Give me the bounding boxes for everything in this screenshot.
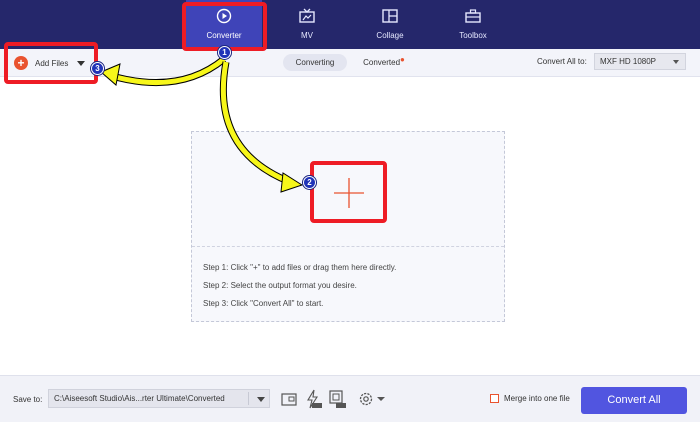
chevron-down-icon[interactable]: [257, 397, 265, 402]
step-3-text: Step 3: Click "Convert All" to start.: [203, 299, 324, 308]
tab-converted-label: Converted: [363, 58, 401, 67]
settings-button[interactable]: [356, 389, 390, 409]
toolbox-icon: [465, 9, 481, 23]
step-1-text: Step 1: Click "+" to add files or drag t…: [203, 263, 397, 272]
tv-icon: [299, 8, 315, 23]
highlight-box-add-files: [4, 42, 98, 84]
tab-collage-label: Collage: [376, 31, 404, 40]
tab-collage[interactable]: Collage: [352, 0, 428, 49]
tab-mv[interactable]: MV: [269, 0, 345, 49]
lightning-off-icon: [307, 389, 322, 409]
open-folder-button[interactable]: [280, 389, 298, 409]
path-divider: [248, 392, 249, 405]
save-path-select[interactable]: C:\Aiseesoft Studio\Ais...rter Ultimate\…: [48, 389, 270, 408]
save-to-label: Save to:: [13, 395, 43, 404]
file-drop-zone[interactable]: Step 1: Click "+" to add files or drag t…: [191, 131, 505, 322]
save-path-value: C:\Aiseesoft Studio\Ais...rter Ultimate\…: [54, 394, 225, 403]
merge-checkbox[interactable]: [490, 394, 499, 403]
tab-converting[interactable]: Converting: [283, 54, 347, 71]
cpu-off-icon: [329, 390, 346, 408]
merge-option[interactable]: Merge into one file: [490, 394, 570, 403]
convert-all-button[interactable]: Convert All: [581, 387, 687, 414]
top-navigation: Converter MV Collage Toolbox: [0, 0, 700, 49]
folder-icon: [281, 393, 297, 406]
notification-dot-icon: ●: [400, 55, 405, 64]
tab-toolbox[interactable]: Toolbox: [435, 0, 511, 49]
output-format-value: MXF HD 1080P: [600, 57, 657, 66]
tab-toolbox-label: Toolbox: [459, 31, 487, 40]
bottom-bar: Save to: C:\Aiseesoft Studio\Ais...rter …: [0, 375, 700, 422]
tab-converting-label: Converting: [295, 58, 335, 67]
highlight-box-plus: [310, 161, 387, 223]
step-badge-2: 2: [303, 176, 316, 189]
drop-zone-divider: [192, 246, 504, 247]
hardware-acceleration-button[interactable]: [304, 389, 322, 409]
tab-mv-label: MV: [301, 31, 313, 40]
chevron-down-icon: [673, 60, 679, 64]
output-format-select[interactable]: MXF HD 1080P: [594, 53, 686, 70]
highlight-box-converter: [182, 2, 267, 51]
gear-icon: [359, 392, 385, 406]
step-2-text: Step 2: Select the output format you des…: [203, 281, 357, 290]
merge-label: Merge into one file: [504, 394, 570, 403]
step-badge-3: 3: [91, 62, 104, 75]
collage-icon: [382, 9, 398, 23]
gpu-acceleration-button[interactable]: [328, 389, 346, 409]
tab-converted[interactable]: Converted●: [356, 54, 412, 71]
convert-all-to-label: Convert All to:: [537, 57, 587, 66]
step-badge-1: 1: [218, 46, 231, 59]
